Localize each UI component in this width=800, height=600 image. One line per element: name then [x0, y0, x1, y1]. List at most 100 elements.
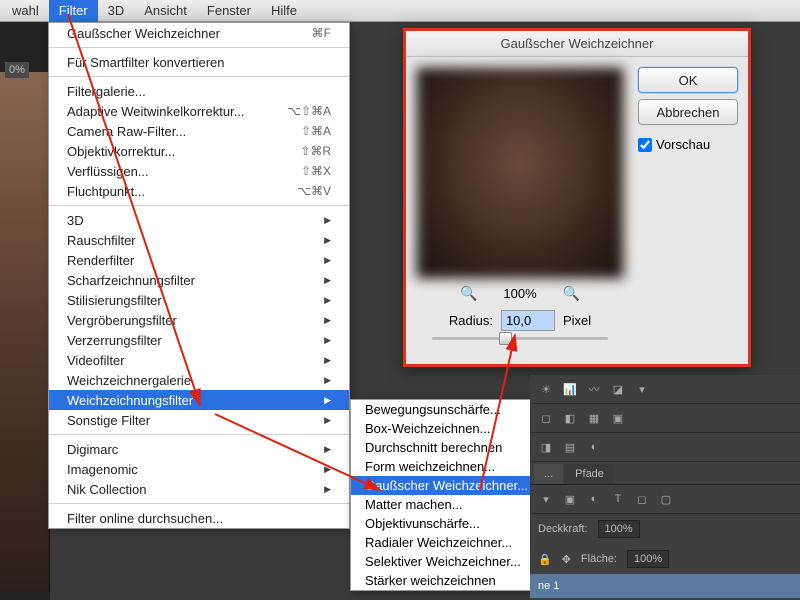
menu-label: Scharfzeichnungsfilter: [67, 273, 195, 288]
filter-kind-icon[interactable]: ▾: [538, 491, 554, 507]
menu-wahl[interactable]: wahl: [2, 0, 49, 22]
more-icon[interactable]: ▾: [634, 381, 650, 397]
hue-icon[interactable]: ◧: [562, 410, 578, 426]
menu-label: Objektivkorrektur...: [67, 144, 175, 159]
menu-label: Matter machen...: [365, 497, 463, 512]
dialog-preview-image[interactable]: [416, 67, 624, 279]
menubar: wahl Filter 3D Ansicht Fenster Hilfe: [0, 0, 800, 22]
menu-verzerrungsfilter[interactable]: Verzerrungsfilter: [49, 330, 349, 350]
menu-videofilter[interactable]: Videofilter: [49, 350, 349, 370]
menu-separator: [49, 47, 349, 48]
menu-label: Renderfilter: [67, 253, 134, 268]
menu-label: Box-Weichzeichnen...: [365, 421, 491, 436]
zoom-in-icon[interactable]: 🔍: [563, 285, 580, 302]
radius-input[interactable]: [501, 310, 555, 331]
menu-shortcut: ⇧⌘A: [301, 124, 331, 138]
lock-pos-icon[interactable]: ✥: [562, 553, 571, 566]
menu-label: Videofilter: [67, 353, 125, 368]
square-icon[interactable]: ◻: [538, 410, 554, 426]
adjustments-icon-row-2: ◻ ◧ ▦ ▣: [530, 404, 800, 433]
menu-3d-filter[interactable]: 3D: [49, 210, 349, 230]
radius-slider-thumb[interactable]: [499, 332, 512, 345]
zoom-percent-label: 0%: [5, 62, 29, 78]
menu-last-filter[interactable]: Gaußscher Weichzeichner ⌘F: [49, 23, 349, 43]
dialog-title: Gaußscher Weichzeichner: [406, 31, 748, 57]
menu-weichzeichnungsfilter[interactable]: Weichzeichnungsfilter: [49, 390, 349, 410]
channel-icon[interactable]: ▦: [586, 410, 602, 426]
menu-filter-online[interactable]: Filter online durchsuchen...: [49, 508, 349, 528]
menu-fenster[interactable]: Fenster: [197, 0, 261, 22]
menu-label: Gaußscher Weichzeichner: [67, 26, 220, 41]
layers-panel-tabs: ... Pfade: [530, 462, 800, 485]
menu-3d[interactable]: 3D: [98, 0, 135, 22]
menu-scharfzeichnungsfilter[interactable]: Scharfzeichnungsfilter: [49, 270, 349, 290]
filter-type-icon[interactable]: T: [610, 491, 626, 507]
lock-icon[interactable]: 🔒: [538, 553, 552, 566]
posterize-icon[interactable]: ▤: [562, 439, 578, 455]
menu-label: Gaußscher Weichzeichner...: [365, 478, 528, 493]
fill-label: Fläche:: [581, 553, 617, 565]
menu-camera-raw[interactable]: Camera Raw-Filter...⇧⌘A: [49, 121, 349, 141]
opacity-label: Deckkraft:: [538, 523, 588, 535]
invert-icon[interactable]: ◨: [538, 439, 554, 455]
radius-unit: Pixel: [563, 313, 591, 328]
cancel-button[interactable]: Abbrechen: [638, 99, 738, 125]
preview-checkbox-label[interactable]: Vorschau: [638, 137, 738, 152]
menu-label: Fluchtpunkt...: [67, 184, 145, 199]
fill-value[interactable]: 100%: [627, 550, 669, 568]
opacity-value[interactable]: 100%: [598, 520, 640, 538]
menu-verfluessigen[interactable]: Verflüssigen... ⇧⌘X: [49, 161, 349, 181]
threshold-icon[interactable]: ◐: [586, 439, 602, 455]
menu-label: Für Smartfilter konvertieren: [67, 55, 225, 70]
menu-ansicht[interactable]: Ansicht: [134, 0, 197, 22]
panel-tab-pfade[interactable]: Pfade: [565, 464, 614, 484]
menu-separator: [49, 205, 349, 206]
menu-weitwinkel[interactable]: Adaptive Weitwinkelkorrektur...⌥⇧⌘A: [49, 101, 349, 121]
menu-weichzeichnergalerie[interactable]: Weichzeichnergalerie: [49, 370, 349, 390]
panel-tab-other[interactable]: ...: [534, 464, 563, 484]
menu-stilisierungsfilter[interactable]: Stilisierungsfilter: [49, 290, 349, 310]
menu-nik-collection[interactable]: Nik Collection: [49, 479, 349, 499]
radius-slider[interactable]: [432, 337, 608, 340]
preview-text: Vorschau: [656, 137, 710, 152]
layer-name[interactable]: ne 1: [538, 580, 559, 592]
ok-button[interactable]: OK: [638, 67, 738, 93]
curves-icon[interactable]: 〰: [586, 381, 602, 397]
menu-hilfe[interactable]: Hilfe: [261, 0, 307, 22]
menu-label: 3D: [67, 213, 84, 228]
menu-label: Verflüssigen...: [67, 164, 149, 179]
menu-shortcut: ⌥⌘V: [297, 184, 331, 198]
preview-checkbox[interactable]: [638, 138, 652, 152]
menu-objektivkorrektur[interactable]: Objektivkorrektur...⇧⌘R: [49, 141, 349, 161]
menu-imagenomic[interactable]: Imagenomic: [49, 459, 349, 479]
filter-smart-icon[interactable]: ▢: [658, 491, 674, 507]
menu-sonstige-filter[interactable]: Sonstige Filter: [49, 410, 349, 430]
brightness-icon[interactable]: ☀: [538, 381, 554, 397]
filter-adjust-icon[interactable]: ◐: [586, 491, 602, 507]
menu-filter[interactable]: Filter: [49, 0, 98, 22]
menu-label: Form weichzeichnen...: [365, 459, 495, 474]
menu-smartfilter[interactable]: Für Smartfilter konvertieren: [49, 52, 349, 72]
lookup-icon[interactable]: ▣: [610, 410, 626, 426]
layer-filter-row: ▾ ▣ ◐ T ◻ ▢: [530, 485, 800, 514]
adjustments-icon-row-3: ◨ ▤ ◐: [530, 433, 800, 462]
menu-label: Rauschfilter: [67, 233, 136, 248]
menu-shortcut: ⇧⌘X: [301, 164, 331, 178]
filter-shape-icon[interactable]: ◻: [634, 491, 650, 507]
menu-label: Verzerrungsfilter: [67, 333, 162, 348]
adjustments-icon-row: ☀ 📊 〰 ◪ ▾: [530, 375, 800, 404]
zoom-out-icon[interactable]: 🔍: [460, 285, 477, 302]
menu-filtergalerie[interactable]: Filtergalerie...: [49, 81, 349, 101]
menu-label: Nik Collection: [67, 482, 146, 497]
menu-vergroeberungsfilter[interactable]: Vergröberungsfilter: [49, 310, 349, 330]
filter-pixel-icon[interactable]: ▣: [562, 491, 578, 507]
menu-rauschfilter[interactable]: Rauschfilter: [49, 230, 349, 250]
levels-icon[interactable]: 📊: [562, 381, 578, 397]
menu-digimarc[interactable]: Digimarc: [49, 439, 349, 459]
menu-label: Radialer Weichzeichner...: [365, 535, 512, 550]
menu-fluchtpunkt[interactable]: Fluchtpunkt... ⌥⌘V: [49, 181, 349, 201]
menu-separator: [49, 503, 349, 504]
menu-label: Stilisierungsfilter: [67, 293, 162, 308]
exposure-icon[interactable]: ◪: [610, 381, 626, 397]
menu-renderfilter[interactable]: Renderfilter: [49, 250, 349, 270]
